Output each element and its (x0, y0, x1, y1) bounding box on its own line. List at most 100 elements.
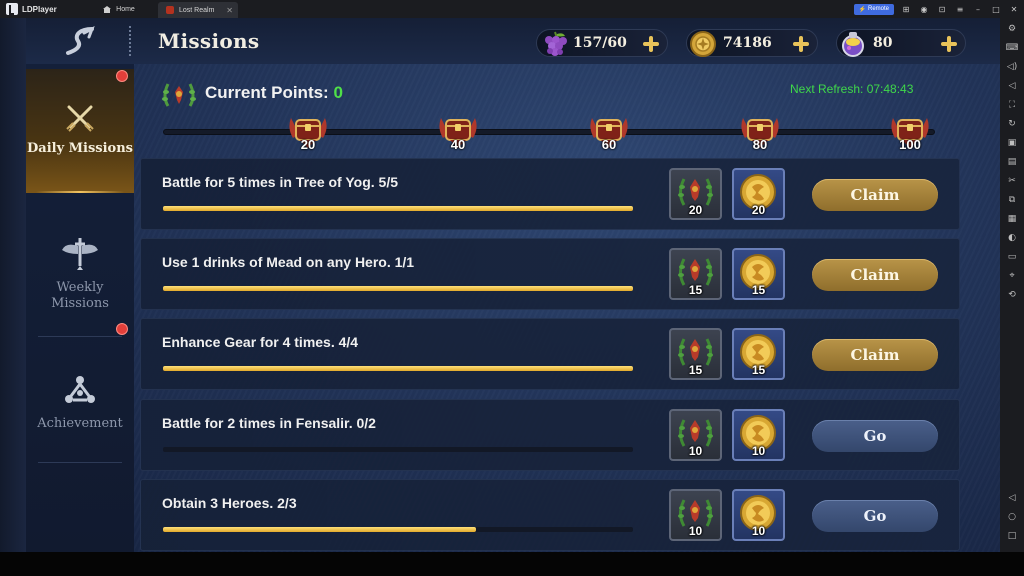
claim-button[interactable]: Claim (812, 179, 938, 211)
reward-coins-value: 20 (751, 203, 766, 217)
close-tab-icon[interactable]: ✕ (226, 6, 233, 15)
grapes-icon (545, 31, 567, 56)
tab-game-label: Lost Realm (179, 6, 215, 14)
current-points-value: 0 (333, 83, 343, 102)
mission-progress-track (163, 527, 633, 532)
resource-gold: 74186 (686, 29, 818, 57)
maximize-icon[interactable]: □ (990, 3, 1002, 15)
resource-potion: 80 (836, 29, 966, 57)
reward-points-value: 10 (688, 524, 703, 538)
daily-notification-badge (116, 70, 128, 82)
nav-weekly-missions[interactable]: Weekly Missions (26, 236, 134, 312)
volume-up-icon[interactable]: ◁) (1004, 59, 1020, 75)
go-button[interactable]: Go (812, 420, 938, 452)
android-back-icon[interactable]: ◁ (1004, 490, 1020, 506)
emulator-titlebar: LDPlayer Home Lost Realm ✕ ⚡ Remote ⊞ ◉ … (0, 0, 1024, 18)
reward-coins[interactable]: 15 (732, 328, 785, 380)
remote-button[interactable]: ⚡ Remote (853, 3, 894, 15)
reward-coins-value: 10 (751, 524, 766, 538)
mission-progress-track (163, 447, 633, 452)
milestone-value: 80 (752, 137, 768, 152)
mission-card: Use 1 drinks of Mead on any Hero. 1/1 15 1… (140, 238, 960, 310)
nav-divider (38, 336, 122, 337)
operations-icon[interactable]: ▤ (1004, 154, 1020, 170)
tab-home[interactable]: Home (80, 1, 158, 17)
mission-card: Battle for 5 times in Tree of Yog. 5/5 20… (140, 158, 960, 230)
nav-daily-missions[interactable]: Daily Missions (26, 69, 134, 193)
ldplayer-logo-icon (6, 3, 18, 15)
home-icon (103, 5, 112, 13)
folder-icon[interactable]: ▭ (1004, 249, 1020, 265)
multi-instance-icon[interactable]: ⧉ (1004, 192, 1020, 208)
reward-points[interactable]: 20 (669, 168, 722, 220)
next-refresh-timer: Next Refresh: 07:48:43 (790, 82, 914, 96)
bottom-bar (0, 552, 1024, 576)
shake-icon[interactable]: ⟲ (1004, 287, 1020, 303)
emulator-side-toolbar: ⚙ ⌨ ◁) ◁ ⛶ ↻ ▣ ▤ ✂ ⧉ ▦ ◐ ▭ ⌖ ⟲ ◁ ○ □ (1000, 18, 1024, 552)
achievement-triangle-icon (65, 376, 95, 403)
android-recents-icon[interactable]: □ (1004, 528, 1020, 544)
reward-coins[interactable]: 15 (732, 248, 785, 300)
tab-lost-realm[interactable]: Lost Realm ✕ (158, 2, 238, 18)
remote-label: Remote (867, 6, 889, 12)
mission-progress-track (163, 286, 633, 291)
milestone-value: 20 (300, 137, 316, 152)
brand-name: LDPlayer (22, 4, 57, 14)
reward-points[interactable]: 15 (669, 248, 722, 300)
reward-points[interactable]: 10 (669, 409, 722, 461)
game-icon (166, 6, 174, 14)
mission-progress-track (163, 206, 633, 211)
current-points: Current Points: 0 (205, 83, 343, 103)
account-icon[interactable]: ◉ (918, 3, 930, 15)
nav-divider (38, 462, 122, 463)
reward-coins[interactable]: 10 (732, 409, 785, 461)
gold-coin-icon (690, 31, 716, 57)
reward-points[interactable]: 10 (669, 489, 722, 541)
milestone-value: 60 (601, 137, 617, 152)
apk-icon[interactable]: ▦ (1004, 211, 1020, 227)
mission-progress-fill (163, 286, 633, 291)
claim-button[interactable]: Claim (812, 259, 938, 291)
record-icon[interactable]: ▣ (1004, 135, 1020, 151)
sync-icon[interactable]: ◐ (1004, 230, 1020, 246)
mission-description: Battle for 5 times in Tree of Yog. 5/5 (162, 174, 398, 190)
mission-progress-fill (163, 366, 633, 371)
reward-points[interactable]: 15 (669, 328, 722, 380)
emulator-brand: LDPlayer (0, 3, 80, 15)
mission-category-nav: Daily Missions Weekly Missions Achieveme… (26, 64, 134, 552)
close-icon[interactable]: ✕ (1008, 3, 1020, 15)
mission-card: Obtain 3 Heroes. 2/3 10 10 Go (140, 479, 960, 551)
minimize-icon[interactable]: – (972, 3, 984, 15)
reward-coins[interactable]: 10 (732, 489, 785, 541)
reward-coins[interactable]: 20 (732, 168, 785, 220)
gold-value: 74186 (723, 35, 772, 51)
android-home-icon[interactable]: ○ (1004, 509, 1020, 525)
reward-coins-value: 15 (751, 283, 766, 297)
remote-icon: ⚡ (858, 6, 866, 13)
go-button[interactable]: Go (812, 500, 938, 532)
mission-description: Obtain 3 Heroes. 2/3 (162, 495, 297, 511)
location-icon[interactable]: ⌖ (1004, 268, 1020, 284)
screenshot-icon[interactable]: ⛶ (1004, 97, 1020, 113)
titlebar-controls: ⚡ Remote ⊞ ◉ ⊡ ≡ – □ ✕ (853, 3, 1021, 15)
missions-header: Missions 157/60 74186 80 (26, 18, 1000, 64)
volume-down-icon[interactable]: ◁ (1004, 78, 1020, 94)
add-potion-button[interactable] (939, 34, 959, 54)
fullscreen-icon[interactable]: ⊡ (936, 3, 948, 15)
add-gold-button[interactable] (791, 34, 811, 54)
winged-sword-icon (62, 238, 98, 270)
add-grapes-button[interactable] (641, 34, 661, 54)
back-arrow-icon[interactable] (62, 25, 100, 57)
page-title: Missions (158, 29, 260, 53)
scissors-icon[interactable]: ✂ (1004, 173, 1020, 189)
settings-icon[interactable]: ⚙ (1004, 21, 1020, 37)
menu-icon[interactable]: ≡ (954, 3, 966, 15)
milestone-value: 40 (450, 137, 466, 152)
nav-achievement[interactable]: Achievement (26, 374, 134, 432)
points-progress-track (163, 129, 935, 135)
mission-description: Use 1 drinks of Mead on any Hero. 1/1 (162, 254, 415, 270)
gamepad-icon[interactable]: ⊞ (900, 3, 912, 15)
keyboard-icon[interactable]: ⌨ (1004, 40, 1020, 56)
claim-button[interactable]: Claim (812, 339, 938, 371)
rotate-icon[interactable]: ↻ (1004, 116, 1020, 132)
